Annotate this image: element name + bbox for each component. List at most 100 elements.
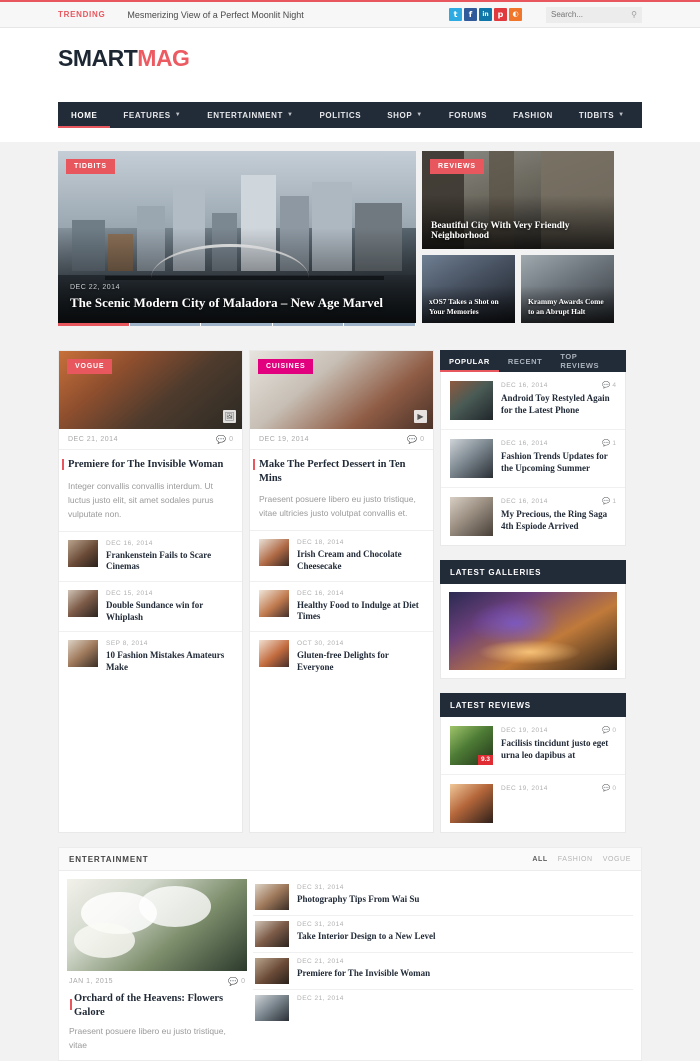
site-logo[interactable]: SMARTMAG — [58, 45, 642, 72]
list-item-title-link[interactable]: 10 Fashion Mistakes Amateurs Make — [106, 650, 233, 673]
vogue-post-excerpt: Integer convallis convallis interdum. Ut… — [59, 479, 242, 532]
nav-item-shop[interactable]: SHOP ▼ — [374, 102, 436, 128]
entertainment-feature-image[interactable] — [67, 879, 247, 971]
slider-segment-4[interactable] — [272, 323, 344, 326]
facebook-icon[interactable]: f — [464, 8, 477, 21]
comment-count[interactable]: 💬 1 — [602, 439, 616, 448]
list-item[interactable]: DEC 16, 2014 💬 1 Fashion Trends Updates f… — [441, 430, 625, 488]
category-badge-cuisines[interactable]: CUISINES — [258, 359, 314, 374]
list-item[interactable]: DEC 31, 2014 Take Interior Design to a N… — [253, 916, 633, 953]
list-item-date: DEC 16, 2014 — [501, 497, 548, 505]
slider-segment-1[interactable] — [58, 323, 129, 326]
gallery-image[interactable] — [449, 592, 617, 670]
nav-item-features[interactable]: FEATURES ▼ — [110, 102, 194, 128]
list-item[interactable]: DEC 15, 2014 Double Sundance win for Whi… — [59, 582, 242, 633]
twitter-icon[interactable]: t — [449, 8, 462, 21]
comment-icon: 💬 — [407, 435, 418, 444]
search-icon[interactable]: ⚲ — [631, 10, 637, 19]
nav-item-forums[interactable]: FORUMS — [436, 102, 500, 128]
nav-item-politics[interactable]: POLITICS — [306, 102, 374, 128]
list-item-date: DEC 31, 2014 — [297, 884, 344, 891]
list-item-body: DEC 18, 2014 Irish Cream and Chocolate C… — [297, 539, 424, 572]
category-badge-vogue[interactable]: VOGUE — [67, 359, 113, 374]
list-item[interactable]: DEC 16, 2014 💬 4 Android Toy Restyled Aga… — [441, 372, 625, 430]
pinterest-icon[interactable]: p — [494, 8, 507, 21]
featured-side-small-card[interactable]: xOS7 Takes a Shot on Your Memories — [422, 255, 515, 323]
list-item[interactable]: DEC 19, 2014 💬 0 — [441, 775, 625, 832]
filter-all[interactable]: ALL — [532, 856, 547, 863]
tab-popular[interactable]: POPULAR — [440, 350, 499, 372]
list-item-title-link[interactable]: Fashion Trends Updates for the Upcoming … — [501, 450, 616, 474]
list-item-date: DEC 16, 2014 — [106, 539, 153, 547]
slider-progress-bar[interactable] — [58, 323, 416, 326]
list-item[interactable]: DEC 16, 2014 Healthy Food to Indulge at … — [250, 582, 433, 633]
list-item-title-link[interactable]: Take Interior Design to a New Level — [297, 931, 631, 943]
entertainment-title: ENTERTAINMENT — [69, 854, 149, 864]
featured-side-large-card[interactable]: REVIEWS Beautiful City With Very Friendl… — [422, 151, 614, 249]
filter-fashion[interactable]: FASHION — [558, 856, 593, 863]
list-item-thumbnail — [255, 884, 289, 910]
comment-count[interactable]: 💬 0 — [216, 435, 233, 444]
column-cuisines: CUISINES ▶ DEC 19, 2014 💬 0 Make The Perf… — [249, 350, 434, 833]
side-small-title-link[interactable]: Krammy Awards Come to an Abrupt Halt — [528, 297, 607, 317]
rss-icon[interactable]: ◐ — [509, 8, 522, 21]
comment-count[interactable]: 💬 0 — [407, 435, 424, 444]
list-item-title-link[interactable]: Healthy Food to Indulge at Diet Times — [297, 600, 424, 623]
list-item[interactable]: DEC 16, 2014 💬 1 My Precious, the Ring Sa… — [441, 488, 625, 545]
cuisines-feature-image[interactable]: CUISINES ▶ — [250, 351, 433, 429]
list-item-title-link[interactable]: Facilisis tincidunt justo eget urna leo … — [501, 737, 616, 761]
nav-item-tidbits[interactable]: TIDBITS ▼ — [566, 102, 638, 128]
comment-count[interactable]: 💬 0 — [602, 784, 616, 793]
entertainment-block: ENTERTAINMENT ALL FASHION VOGUE JAN 1, 2… — [0, 833, 700, 1061]
latest-reviews-widget: 9.3 DEC 19, 2014 💬 0 Facilisis tincidunt … — [440, 717, 626, 833]
slide-title-link[interactable]: The Scenic Modern City of Maladora – New… — [70, 295, 404, 311]
featured-slide[interactable]: TIDBITS DEC 22, 2014 The Scenic Modern C… — [58, 151, 416, 323]
entertainment-body: JAN 1, 2015 💬 0 Orchard of the Heavens: F… — [58, 871, 642, 1061]
list-item[interactable]: SEP 8, 2014 10 Fashion Mistakes Amateurs… — [59, 632, 242, 681]
list-item-title-link[interactable]: Premiere for The Invisible Woman — [297, 968, 631, 980]
list-item-title-link[interactable]: Frankenstein Fails to Scare Cinemas — [106, 550, 233, 573]
entertainment-feature-title-link[interactable]: Orchard of the Heavens: Flowers Galore — [67, 990, 247, 1024]
cuisines-post-title-link[interactable]: Make The Perfect Dessert in Ten Mins — [250, 450, 433, 492]
list-item-title-link[interactable]: Photography Tips From Wai Su — [297, 894, 631, 906]
list-item[interactable]: DEC 18, 2014 Irish Cream and Chocolate C… — [250, 531, 433, 582]
comment-count[interactable]: 💬 1 — [602, 497, 616, 506]
comment-count[interactable]: 💬 0 — [228, 977, 245, 986]
side-small-title-link[interactable]: xOS7 Takes a Shot on Your Memories — [429, 297, 508, 317]
list-item[interactable]: 9.3 DEC 19, 2014 💬 0 Facilisis tincidunt … — [441, 717, 625, 775]
filter-vogue[interactable]: VOGUE — [603, 856, 631, 863]
nav-item-entertainment[interactable]: ENTERTAINMENT ▼ — [194, 102, 306, 128]
list-item-title-link[interactable]: Gluten-free Delights for Everyone — [297, 650, 424, 673]
slider-segment-2[interactable] — [129, 323, 201, 326]
list-item-title-link[interactable]: My Precious, the Ring Saga 4th Espiode A… — [501, 508, 616, 532]
nav-item-fashion[interactable]: FASHION — [500, 102, 566, 128]
slider-segment-3[interactable] — [201, 323, 272, 326]
list-item[interactable]: OCT 30, 2014 Gluten-free Delights for Ev… — [250, 632, 433, 681]
tab-top-reviews[interactable]: TOP REVIEWS — [551, 350, 626, 372]
comment-count[interactable]: 💬 0 — [602, 726, 616, 735]
linkedin-icon[interactable]: in — [479, 8, 492, 21]
category-badge-reviews[interactable]: REVIEWS — [430, 159, 484, 174]
search-input[interactable] — [551, 10, 629, 19]
side-large-title-link[interactable]: Beautiful City With Very Friendly Neighb… — [431, 221, 605, 241]
list-item[interactable]: DEC 21, 2014 Premiere for The Invisible … — [253, 953, 633, 990]
trending-headline-link[interactable]: Mesmerizing View of a Perfect Moonlit Ni… — [127, 10, 303, 20]
slider-segment-5[interactable] — [344, 323, 415, 326]
list-item[interactable]: DEC 21, 2014 — [253, 990, 633, 1026]
featured-side-small-card[interactable]: Krammy Awards Come to an Abrupt Halt — [521, 255, 614, 323]
list-item[interactable]: DEC 16, 2014 Frankenstein Fails to Scare… — [59, 532, 242, 583]
category-badge-tidbits[interactable]: TIDBITS — [66, 159, 115, 174]
search-box[interactable]: ⚲ — [546, 6, 642, 23]
comment-count[interactable]: 💬 4 — [602, 381, 616, 390]
comment-number: 1 — [612, 439, 616, 447]
vogue-post-title-link[interactable]: Premiere for The Invisible Woman — [59, 450, 242, 479]
list-item[interactable]: DEC 31, 2014 Photography Tips From Wai S… — [253, 879, 633, 916]
list-item-title-link[interactable]: Android Toy Restyled Again for the Lates… — [501, 392, 616, 416]
list-item-title-link[interactable]: Double Sundance win for Whiplash — [106, 600, 233, 623]
nav-item-home[interactable]: HOME — [58, 102, 111, 128]
featured-slider[interactable]: TIDBITS DEC 22, 2014 The Scenic Modern C… — [58, 151, 416, 326]
list-item-date: SEP 8, 2014 — [106, 640, 148, 648]
list-item-title-link[interactable]: Irish Cream and Chocolate Cheesecake — [297, 549, 424, 572]
tab-recent[interactable]: RECENT — [499, 350, 551, 372]
vogue-feature-image[interactable]: VOGUE 🖼 — [59, 351, 242, 429]
